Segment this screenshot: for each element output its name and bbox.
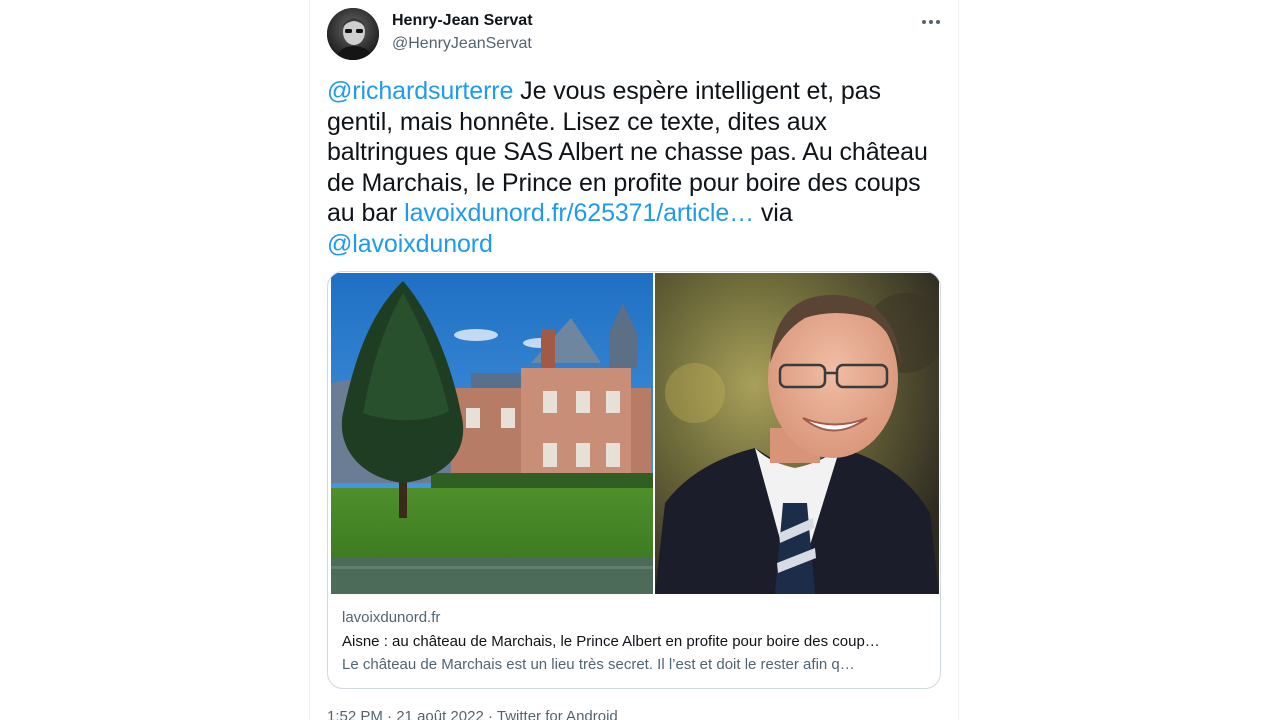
- prince-albert-photo: [655, 273, 939, 594]
- avatar[interactable]: [327, 8, 379, 60]
- author-name[interactable]: Henry-Jean Servat: [392, 12, 533, 30]
- article-link[interactable]: lavoixdunord.fr/625371/article…: [404, 199, 754, 227]
- tweet-text: @richardsurterre Je vous espère intellig…: [327, 76, 943, 259]
- mention-lavoixdunord[interactable]: @lavoixdunord: [327, 230, 493, 258]
- meta-separator: ·: [483, 708, 497, 720]
- tweet-time[interactable]: 1:52 PM: [327, 708, 383, 720]
- link-card[interactable]: lavoixdunord.fr Aisne : au château de Ma…: [327, 271, 941, 689]
- tweet-date[interactable]: 21 août 2022: [396, 708, 484, 720]
- more-options-button[interactable]: [914, 8, 948, 36]
- tweet-column: Henry-Jean Servat @HenryJeanServat @rich…: [309, 0, 959, 720]
- card-images: [328, 272, 940, 594]
- tweet-source[interactable]: Twitter for Android: [497, 708, 618, 720]
- meta-separator: ·: [382, 708, 397, 720]
- avatar-photo: [327, 8, 379, 60]
- more-horizontal-icon: [922, 20, 940, 24]
- card-domain: lavoixdunord.fr: [342, 609, 441, 626]
- author-handle[interactable]: @HenryJeanServat: [392, 35, 532, 53]
- mention-richardsurterre[interactable]: @richardsurterre: [327, 77, 513, 105]
- card-description: Le château de Marchais est un lieu très …: [342, 656, 855, 673]
- page: Henry-Jean Servat @HenryJeanServat @rich…: [0, 0, 1280, 720]
- chateau-image: [331, 273, 653, 594]
- tweet-meta: 1:52 PM · 21 août 2022 · Twitter for And…: [327, 708, 618, 720]
- card-title: Aisne : au château de Marchais, le Princ…: [342, 633, 880, 650]
- tweet-text-part2: via: [754, 199, 793, 227]
